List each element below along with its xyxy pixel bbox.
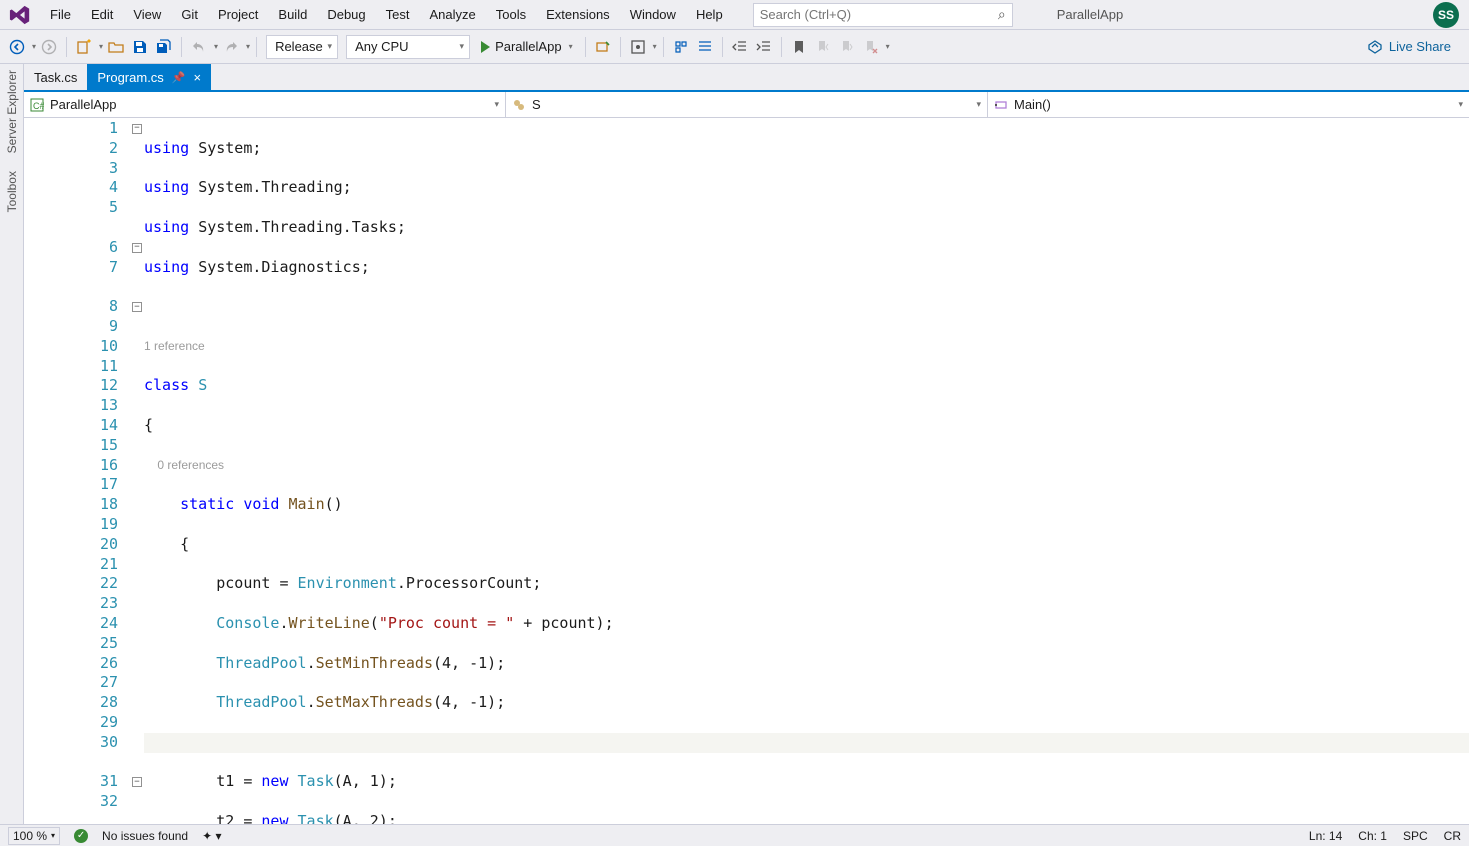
menu-file[interactable]: File [40,2,81,27]
code-editor[interactable]: 1234567891011121314151617181920212223242… [24,118,1469,824]
menu-tools[interactable]: Tools [486,2,536,27]
search-icon: ⌕ [998,6,1006,23]
nav-back-icon[interactable] [6,36,28,58]
toolbar-button[interactable] [670,36,692,58]
redo-icon [220,36,242,58]
play-icon [481,41,490,53]
main-area: Server Explorer Toolbox Task.cs Program.… [0,64,1469,824]
tabbar: Task.cs Program.cs 📌 × [24,64,1469,92]
next-bookmark-icon [836,36,858,58]
menu-debug[interactable]: Debug [317,2,375,27]
issues-text: No issues found [102,829,188,843]
class-icon [512,98,526,112]
new-item-icon[interactable] [73,36,95,58]
search-box[interactable]: ⌕ [753,3,1013,27]
search-input[interactable] [760,7,998,22]
status-bar: 100 %▾ ✓ No issues found ✦ ▾ Ln: 14 Ch: … [0,824,1469,846]
method-icon [994,98,1008,112]
open-icon[interactable] [105,36,127,58]
menubar: File Edit View Git Project Build Debug T… [0,0,1469,30]
save-icon[interactable] [129,36,151,58]
status-spaces: SPC [1403,829,1428,843]
tab-task-cs[interactable]: Task.cs [24,64,87,90]
status-crlf: CR [1444,829,1461,843]
dropdown-icon[interactable]: ▾ [244,42,250,51]
config-combo[interactable]: Release [266,35,338,59]
solution-name: ParallelApp [1043,3,1138,26]
indent-icon[interactable] [753,36,775,58]
save-all-icon[interactable] [153,36,175,58]
platform-combo[interactable]: Any CPU [346,35,470,59]
fold-column: −−−− [130,118,144,824]
toolbar-button[interactable] [627,36,649,58]
dropdown-icon[interactable]: ▾ [651,42,657,51]
dropdown-icon[interactable]: ▾ [97,42,103,51]
menu-extensions[interactable]: Extensions [536,2,620,27]
pin-icon[interactable]: 📌 [172,71,186,84]
editor-area: Task.cs Program.cs 📌 × C# ParallelApp S … [24,64,1469,824]
svg-text:C#: C# [33,101,44,111]
live-share-button[interactable]: Live Share [1367,39,1463,55]
menu-window[interactable]: Window [620,2,686,27]
zoom-combo[interactable]: 100 %▾ [8,827,60,845]
undo-icon [188,36,210,58]
menu-analyze[interactable]: Analyze [419,2,485,27]
menu-view[interactable]: View [123,2,171,27]
status-line: Ln: 14 [1309,829,1342,843]
nav-class-combo[interactable]: S [506,92,988,117]
status-col: Ch: 1 [1358,829,1387,843]
menu-test[interactable]: Test [376,2,420,27]
csproj-icon: C# [30,98,44,112]
start-debug-button[interactable]: ParallelApp ▾ [475,35,579,59]
line-number-gutter: 1234567891011121314151617181920212223242… [24,118,130,824]
menu-project[interactable]: Project [208,2,268,27]
toolbar-button[interactable] [592,36,614,58]
menu-help[interactable]: Help [686,2,733,27]
code-body[interactable]: using System; using System.Threading; us… [144,118,1469,824]
user-avatar[interactable]: SS [1433,2,1459,28]
toolbar-button[interactable] [694,36,716,58]
ok-icon: ✓ [74,829,88,843]
prev-bookmark-icon [812,36,834,58]
menu-edit[interactable]: Edit [81,2,123,27]
toolbar-button[interactable]: ✦ ▾ [202,829,221,843]
bookmark-icon[interactable] [788,36,810,58]
side-tab-server-explorer[interactable]: Server Explorer [5,70,19,153]
toolbar: ▾ ▾ ▾ ▾ Release Any CPU ParallelApp ▾ ▾ … [0,30,1469,64]
nav-member-combo[interactable]: Main() [988,92,1469,117]
nav-project-combo[interactable]: C# ParallelApp [24,92,506,117]
side-tab-toolbox[interactable]: Toolbox [5,171,19,212]
menu-build[interactable]: Build [268,2,317,27]
tab-program-cs[interactable]: Program.cs 📌 × [87,64,211,90]
side-tabs: Server Explorer Toolbox [0,64,24,824]
menu-git[interactable]: Git [171,2,208,27]
dropdown-icon[interactable]: ▾ [30,42,36,51]
nav-forward-icon [38,36,60,58]
dropdown-icon[interactable]: ▾ [212,42,218,51]
dropdown-icon[interactable]: ▾ [884,42,890,51]
nav-bar: C# ParallelApp S Main() [24,92,1469,118]
clear-bookmarks-icon [860,36,882,58]
outdent-icon[interactable] [729,36,751,58]
close-icon[interactable]: × [194,70,202,85]
vs-logo-icon [6,3,34,27]
